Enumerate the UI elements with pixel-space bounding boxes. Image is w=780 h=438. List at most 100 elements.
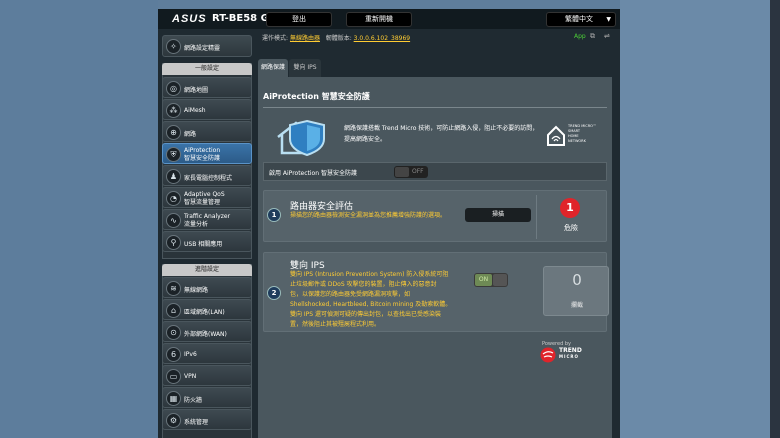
sidebar-item-label: IPv6 (184, 351, 197, 358)
lan-icon: ⌂ (166, 303, 181, 318)
asus-logo: ASUS (172, 13, 207, 25)
window-edge-strip (770, 0, 780, 438)
trend-micro-logo: TREND MICRO (540, 347, 590, 363)
toggle-state: ON (475, 274, 492, 286)
scan-button[interactable]: 掃描 (465, 208, 531, 222)
sidebar-item-network-map[interactable]: ◎ 網路地圖 (162, 77, 252, 98)
desc-line: 包，以保護您的路由器免受網路漏洞攻擊，如 (290, 291, 411, 298)
globe-icon: ⊕ (166, 125, 181, 140)
trend-micro-smart-home-badge: TREND MICRO™ SMART HOME NETWORK (546, 123, 598, 151)
step-number-1: 1 (267, 208, 281, 222)
sidebar-item-aiprotection[interactable]: ⛨ AiProtection 智慧安全防護 (162, 143, 252, 164)
tab-two-way-ips[interactable]: 雙向 IPS (289, 59, 321, 77)
usb-status-icon[interactable]: ⇌ (604, 32, 610, 40)
sidebar-item-label: 網路地圖 (184, 87, 209, 94)
router-admin-window: ASUS RT-BE58 Go 登出 重新開機 繁體中文 ▼ 運作模式: 無線路… (158, 9, 620, 438)
logout-button[interactable]: 登出 (266, 12, 332, 27)
desc-line: 雙向 IPS (Intrusion Prevention System) 防入侵… (290, 271, 449, 278)
desc-line: 雙向 IPS 還可偵測可疑的傳出封包，以查找出已受感染裝 (290, 311, 442, 318)
blocked-count: 0 (572, 271, 582, 289)
sidebar-item-label: VPN (184, 373, 197, 380)
blocked-label: 攔截 (570, 302, 583, 309)
sidebar-item-parental-control[interactable]: ♟ 家長電腦控制程式 (162, 165, 252, 186)
card-description: 雙向 IPS (Intrusion Prevention System) 防入侵… (290, 270, 470, 330)
sidebar-item-label-line2: 智慧安全防護 (184, 155, 221, 162)
qos-icon: ◔ (166, 191, 181, 206)
sidebar-item-label-line2: 流量分析 (184, 221, 209, 228)
firmware-value-link[interactable]: 3.0.0.6.102_38969 (354, 35, 410, 42)
risk-label: 危險 (564, 224, 578, 232)
sidebar-item-label-line1: AiProtection (184, 147, 221, 154)
chart-icon: ∿ (166, 213, 181, 228)
status-info-bar: 運作模式: 無線路由器 韌體版本: 3.0.0.6.102_38969 App … (258, 29, 620, 45)
sidebar-item-label: 系統管理 (184, 419, 209, 426)
page-title: AiProtection 智慧安全防護 (263, 92, 370, 101)
sidebar-item-label-line1: Traffic Analyzer (184, 213, 231, 220)
mode-firmware-text: 運作模式: 無線路由器 韌體版本: 3.0.0.6.102_38969 (262, 33, 410, 42)
tm-badge-line1: TREND MICRO™ (568, 124, 597, 128)
toggle-knob (395, 167, 409, 177)
sidebar-item-label: 網路設定精靈 (184, 45, 221, 52)
sidebar-item-network[interactable]: ⊕ 網路 (162, 121, 252, 142)
desc-line: Shellshocked, Heartbleed, Bitcoin mining… (290, 301, 452, 308)
toggle-state: OFF (412, 168, 424, 175)
sidebar-item-ipv6[interactable]: 6 IPv6 (162, 343, 252, 364)
sidebar-item-usb[interactable]: ⚲ USB 相關應用 (162, 231, 252, 252)
language-select[interactable]: 繁體中文 ▼ (546, 12, 616, 27)
tm-badge-line4: NETWORK (568, 139, 586, 143)
sidebar-item-firewall[interactable]: ▦ 防火牆 (162, 387, 252, 408)
wifi-icon: ≋ (166, 281, 181, 296)
firewall-icon: ▦ (166, 391, 181, 406)
toggle-knob (493, 274, 507, 286)
two-way-ips-toggle[interactable]: ON (474, 273, 508, 287)
router-security-assessment-card: 1 路由器安全評估 掃描您的路由器檢測安全漏洞並為您推薦增強防護的選項。 掃描 … (263, 190, 607, 242)
blocked-count-box[interactable]: 0 攔截 (543, 266, 609, 316)
ipv6-icon: 6 (166, 347, 181, 362)
smart-home-icon (547, 125, 565, 146)
usb-icon: ⚲ (166, 235, 181, 250)
enable-aiprotection-label: 啟用 AiProtection 智慧安全防護 (269, 170, 357, 177)
tab-network-protection[interactable]: 網路保護 (258, 59, 288, 77)
general-settings-header: 一般設定 (162, 63, 252, 75)
risk-count-badge[interactable]: 1 (560, 198, 580, 218)
reboot-button[interactable]: 重新開機 (346, 12, 412, 27)
sidebar-item-vpn[interactable]: ▭ VPN (162, 365, 252, 386)
sidebar-item-label-line1: Adaptive QoS (184, 191, 225, 198)
desc-line: 置，然後阻止其被殭屍程式利用。 (290, 321, 381, 328)
sidebar-item-traffic-analyzer[interactable]: ∿ Traffic Analyzer 流量分析 (162, 209, 252, 230)
sidebar-item-lan[interactable]: ⌂ 區域網路(LAN) (162, 299, 252, 320)
sidebar-item-label: 無線網路 (184, 287, 209, 294)
wan-icon: ⊙ (166, 325, 181, 340)
tm-badge-line2: SMART (568, 129, 580, 133)
sidebar-item-label: AiMesh (184, 107, 206, 114)
sidebar-item-wireless[interactable]: ≋ 無線網路 (162, 277, 252, 298)
trend-logo-line1: TREND (559, 347, 582, 354)
sidebar-item-label: 家長電腦控制程式 (184, 175, 233, 182)
shield-icon: ⛨ (166, 147, 181, 162)
mode-label: 運作模式: (262, 35, 289, 42)
family-icon: ♟ (166, 169, 181, 184)
sidebar-item-adaptive-qos[interactable]: ◔ Adaptive QoS 智慧流量管理 (162, 187, 252, 208)
sidebar-item-administration[interactable]: ⚙ 系統管理 (162, 409, 252, 430)
desktop-background-left (0, 0, 158, 438)
sidebar-item-label: 區域網路(LAN) (184, 309, 225, 316)
mesh-icon: ⁂ (166, 103, 181, 118)
sidebar-item-label: Adaptive QoS 智慧流量管理 (184, 191, 225, 207)
house-shield-icon (277, 119, 325, 157)
title-divider (263, 107, 607, 108)
app-label[interactable]: App (574, 33, 586, 40)
mode-value-link[interactable]: 無線路由器 (290, 35, 320, 42)
sidebar-item-quick-setup[interactable]: ✧ 網路設定精靈 (162, 35, 252, 57)
map-icon: ◎ (166, 81, 181, 96)
trend-micro-ball-icon (540, 347, 556, 363)
enable-aiprotection-toggle[interactable]: OFF (394, 166, 428, 178)
admin-icon: ⚙ (166, 413, 181, 428)
sidebar-item-aimesh[interactable]: ⁂ AiMesh (162, 99, 252, 120)
main-panel: AiProtection 智慧安全防護 網路保護搭載 Trend Micro 技… (258, 77, 612, 438)
enable-aiprotection-row: 啟用 AiProtection 智慧安全防護 OFF (263, 162, 607, 181)
copy-icon[interactable]: ⧉ (590, 32, 595, 41)
language-value: 繁體中文 (565, 15, 593, 23)
sidebar-item-label: USB 相關應用 (184, 241, 223, 248)
sidebar-item-wan[interactable]: ⊙ 外部網路(WAN) (162, 321, 252, 342)
desc-line: 止垃圾郵件或 DDoS 攻擊您的裝置，阻止傳入的惡意封 (290, 281, 437, 288)
